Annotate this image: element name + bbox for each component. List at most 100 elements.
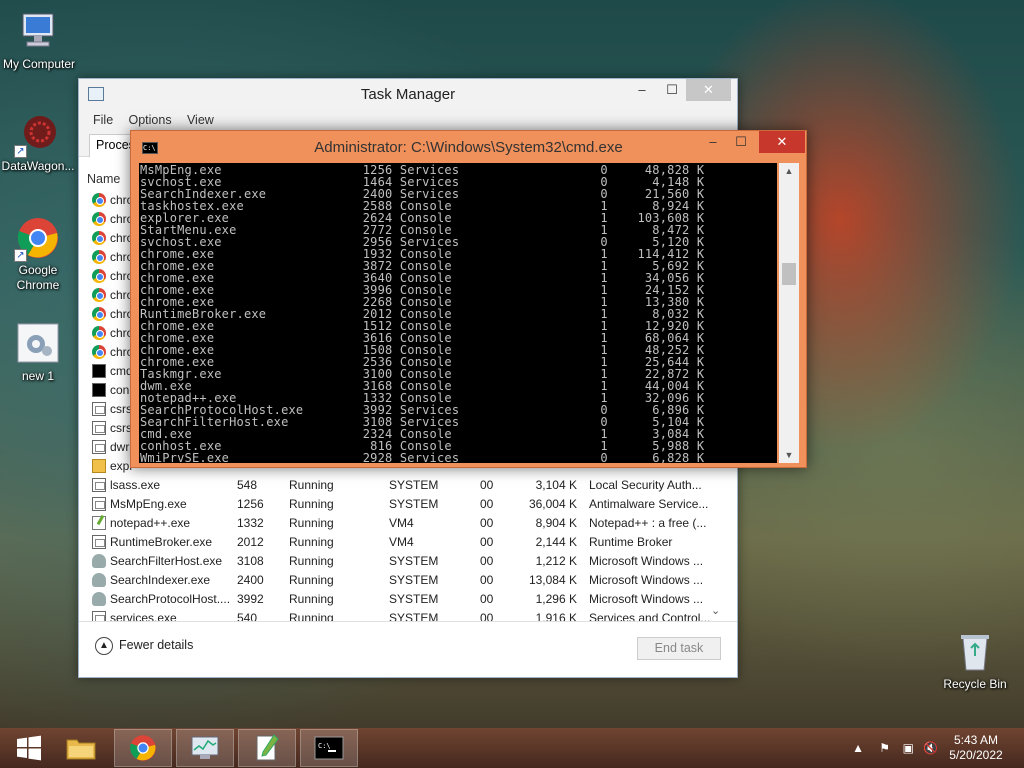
desktop-icon-new-1[interactable]: new 1 <box>0 322 76 384</box>
scroll-up-arrow-icon[interactable]: ▲ <box>779 163 799 179</box>
taskbar-cmd[interactable]: C:\ <box>300 729 358 767</box>
table-row[interactable]: SearchProtocolHost.... 3992 Running SYSTEM 0… <box>87 590 727 609</box>
cell-name: SearchIndexer.exe <box>110 573 211 587</box>
generic-icon <box>92 478 106 492</box>
cmd-window[interactable]: C:\ Administrator: C:\Windows\System32\c… <box>130 130 807 468</box>
cell-user: SYSTEM <box>389 478 439 492</box>
taskbar-explorer[interactable] <box>52 729 110 767</box>
chrome-icon <box>92 288 106 302</box>
chrome-icon <box>92 326 106 340</box>
desktop-icon-my-computer[interactable]: My Computer <box>1 10 77 72</box>
chrome-icon <box>130 735 156 761</box>
chrome-icon <box>92 250 106 264</box>
desktop-icon-recycle-bin[interactable]: Recycle Bin <box>937 630 1013 692</box>
chrome-icon: ↗ <box>14 216 60 262</box>
column-header-name[interactable]: Name <box>87 165 120 193</box>
column-header-label: Name <box>87 172 121 186</box>
task-manager-icon <box>191 736 219 759</box>
task-manager-titlebar[interactable]: Task Manager – ☐ ✕ <box>79 79 737 109</box>
windows-logo-icon <box>17 735 41 761</box>
close-button[interactable]: ✕ <box>686 79 731 101</box>
maximize-button[interactable]: ☐ <box>657 79 687 101</box>
cell-name: lsass.exe <box>110 478 161 492</box>
cell-name: notepad++.exe <box>110 516 191 530</box>
cell-name: MsMpEng.exe <box>110 497 187 511</box>
volume-muted-icon[interactable]: 🔇 <box>923 741 938 755</box>
minimize-button[interactable]: – <box>627 79 657 101</box>
cmd-icon: C:\ <box>314 736 344 760</box>
user-icon <box>92 554 106 568</box>
notepadpp-icon <box>256 734 279 761</box>
cell-user: SYSTEM <box>389 497 439 511</box>
generic-icon <box>92 497 106 511</box>
action-center-flag-icon[interactable]: ⚑ <box>879 741 890 755</box>
desktop-icon-google-chrome[interactable]: ↗ Google Chrome <box>0 216 76 293</box>
cell-cpu: 00 <box>480 516 494 530</box>
console-output[interactable]: MsMpEng.exe 1256 Services 0 48,828 K svc… <box>139 163 777 463</box>
desktop-icon-label: My Computer <box>2 57 76 71</box>
menu-bar: File Options View <box>79 109 737 131</box>
cmd-titlebar[interactable]: C:\ Administrator: C:\Windows\System32\c… <box>131 131 806 163</box>
chrome-icon <box>92 269 106 283</box>
taskbar-taskmgr[interactable] <box>176 729 234 767</box>
cell-status: Running <box>289 535 334 549</box>
cell-status: Running <box>289 554 334 568</box>
clock[interactable]: 5:43 AM 5/20/2022 <box>948 733 1004 763</box>
cell-mem: 3,104 K <box>535 478 577 492</box>
cell-status: Running <box>289 516 334 530</box>
table-row[interactable]: SearchFilterHost.exe 3108 Running SYSTEM 00 1… <box>87 552 727 571</box>
recycle-bin-icon <box>953 630 997 674</box>
desktop-icon-datawagon[interactable]: ↗ DataWagon... <box>0 112 76 174</box>
start-button[interactable] <box>0 729 58 767</box>
menu-file[interactable]: File <box>93 109 113 131</box>
settings-file-icon <box>16 322 60 366</box>
taskbar: C:\ ▲ ⚑ ▣ 🔇 5:43 AM 5/20/2022 <box>0 728 1024 768</box>
chrome-icon <box>92 345 106 359</box>
cell-desc: Local Security Auth... <box>589 478 702 492</box>
table-row[interactable]: SearchIndexer.exe 2400 Running SYSTEM 00 13,0… <box>87 571 727 590</box>
menu-options[interactable]: Options <box>129 109 172 131</box>
taskbar-chrome[interactable] <box>114 729 172 767</box>
table-row[interactable]: RuntimeBroker.exe 2012 Running VM4 00 2,144 K… <box>87 533 727 552</box>
taskbar-notepadpp[interactable] <box>238 729 296 767</box>
task-manager-footer: ▲ Fewer details End task <box>79 621 737 677</box>
scroll-thumb[interactable] <box>782 263 796 285</box>
cell-pid: 3992 <box>237 592 264 606</box>
console-text: MsMpEng.exe 1256 Services 0 48,828 K svc… <box>140 163 705 463</box>
cell-cpu: 00 <box>480 573 494 587</box>
cmd-icon <box>92 364 106 378</box>
end-task-button[interactable]: End task <box>637 637 721 660</box>
cell-mem: 2,144 K <box>535 535 577 549</box>
cell-name: SearchFilterHost.exe <box>110 554 223 568</box>
chrome-icon <box>92 307 106 321</box>
cmd-scrollbar[interactable]: ▲ ▼ <box>779 163 799 463</box>
cell-pid: 2012 <box>237 535 264 549</box>
cmd-maximize-button[interactable]: ☐ <box>726 131 756 153</box>
folder-icon <box>92 459 106 473</box>
cell-pid: 1256 <box>237 497 264 511</box>
menu-view[interactable]: View <box>187 109 214 131</box>
generic-icon <box>92 421 106 435</box>
cmd-minimize-button[interactable]: – <box>698 131 728 153</box>
chrome-icon <box>92 231 106 245</box>
cell-pid: 548 <box>237 478 258 492</box>
cell-status: Running <box>289 478 334 492</box>
show-hidden-icons-icon[interactable]: ▲ <box>852 741 864 755</box>
cell-mem: 1,212 K <box>535 554 577 568</box>
fewer-details-button[interactable]: ▲ Fewer details <box>95 636 193 655</box>
cell-desc: Microsoft Windows ... <box>589 554 704 568</box>
clock-time: 5:43 AM <box>953 733 999 747</box>
cell-cpu: 00 <box>480 497 494 511</box>
table-row[interactable]: notepad++.exe 1332 Running VM4 00 8,904 K Note… <box>87 514 727 533</box>
network-icon[interactable]: ▣ <box>903 741 914 755</box>
table-row[interactable]: lsass.exe 548 Running SYSTEM 00 3,104 K Local … <box>87 476 727 495</box>
cmd-close-button[interactable]: ✕ <box>759 131 805 153</box>
cell-pid: 2400 <box>237 573 264 587</box>
table-row[interactable]: MsMpEng.exe 1256 Running SYSTEM 00 36,004 K An… <box>87 495 727 514</box>
scroll-down-arrow-icon[interactable]: ▼ <box>779 447 799 463</box>
user-icon <box>92 573 106 587</box>
cell-status: Running <box>289 573 334 587</box>
shortcut-arrow-icon: ↗ <box>14 145 27 158</box>
cell-mem: 13,084 K <box>528 573 577 587</box>
cell-user: VM4 <box>389 535 414 549</box>
